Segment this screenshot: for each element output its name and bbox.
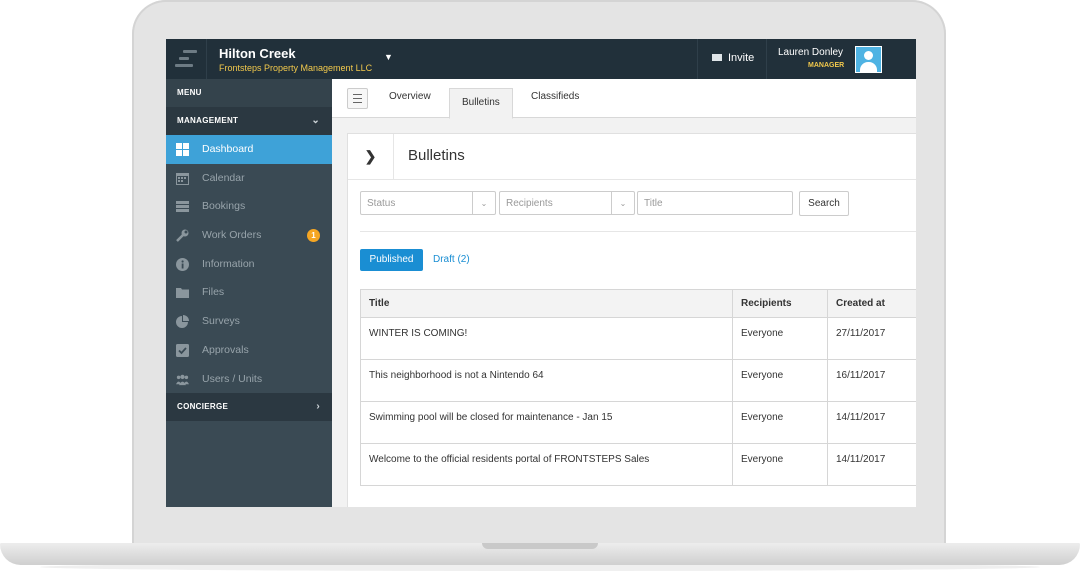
sidebar-item-surveys[interactable]: Surveys <box>166 307 332 336</box>
concierge-label: CONCIERGE <box>177 402 229 412</box>
company-name[interactable]: Frontsteps Property Management LLC <box>219 63 372 73</box>
bulletins-card: ❯ Bulletins Status ⌄ Recipients ⌄ Title … <box>347 133 916 507</box>
sidebar-item-label: Approvals <box>202 343 249 356</box>
cell-title[interactable]: Welcome to the official residents portal… <box>361 444 733 485</box>
table-header: Title Recipients Created at <box>361 290 916 318</box>
tab-classifieds[interactable]: Classifieds <box>531 91 579 102</box>
tab-overview[interactable]: Overview <box>389 91 431 102</box>
sidebar-item-information[interactable]: Information <box>166 250 332 279</box>
community-name[interactable]: Hilton Creek <box>219 46 296 61</box>
wrench-icon <box>176 229 189 242</box>
chevron-down-icon[interactable]: ▼ <box>384 52 393 62</box>
management-label: MANAGEMENT <box>177 116 239 125</box>
pie-chart-icon <box>176 315 189 329</box>
column-header-title[interactable]: Title <box>361 290 733 317</box>
sidebar-item-bookings[interactable]: Bookings <box>166 192 332 221</box>
title-input[interactable]: Title <box>637 191 793 215</box>
logo-icon[interactable] <box>175 50 197 70</box>
search-button[interactable]: Search <box>799 191 849 216</box>
cell-created-at: 14/11/2017 <box>836 454 886 465</box>
table-row[interactable]: WINTER IS COMING! Everyone 27/11/2017 <box>361 318 916 360</box>
page-title: Bulletins <box>408 147 465 164</box>
sidebar-item-label: Dashboard <box>202 143 254 155</box>
chevron-down-icon: ⌄ <box>472 192 495 214</box>
draft-filter-link[interactable]: Draft (2) <box>433 249 470 271</box>
sidebar: MENU MANAGEMENT ⌄ Dashboard Calendar Boo… <box>166 79 332 507</box>
envelope-icon <box>712 53 722 61</box>
column-header-recipients[interactable]: Recipients <box>733 290 828 317</box>
sidebar-item-label: Files <box>202 286 225 299</box>
main-content: Overview Bulletins Classifieds ❯ Bulleti… <box>332 79 916 507</box>
users-icon <box>176 374 189 385</box>
notification-badge: 1 <box>307 229 320 243</box>
menu-label: MENU <box>166 79 332 107</box>
tab-bar: Overview Bulletins Classifieds <box>332 79 916 119</box>
calendar-icon <box>176 172 189 185</box>
sidebar-item-work-orders[interactable]: Work Orders 1 <box>166 221 332 250</box>
checkbox-icon <box>176 343 189 357</box>
cell-recipients: Everyone <box>733 402 828 443</box>
sidebar-item-calendar[interactable]: Calendar <box>166 164 332 193</box>
sidebar-item-label: Users / Units <box>202 372 263 385</box>
bulletins-table: Title Recipients Created at WINTER IS CO… <box>360 289 916 486</box>
status-select[interactable]: Status ⌄ <box>360 191 496 215</box>
table-row[interactable]: Swimming pool will be closed for mainten… <box>361 402 916 444</box>
cell-title[interactable]: Swimming pool will be closed for mainten… <box>361 402 733 443</box>
cell-created-at: 14/11/2017 <box>836 412 886 423</box>
chevron-down-icon: ⌄ <box>611 192 634 214</box>
cell-recipients: Everyone <box>733 360 828 401</box>
recipients-select[interactable]: Recipients ⌄ <box>499 191 635 215</box>
recipients-placeholder: Recipients <box>506 198 553 209</box>
user-role: MANAGER <box>808 62 845 69</box>
avatar[interactable] <box>855 46 882 73</box>
bookings-icon <box>176 201 189 213</box>
chevron-right-icon[interactable]: ❯ <box>348 134 394 179</box>
cell-created-at: 27/11/2017 <box>836 328 886 339</box>
table-row[interactable]: Welcome to the official residents portal… <box>361 444 916 486</box>
top-bar: Hilton Creek Frontsteps Property Managem… <box>166 39 916 79</box>
concierge-section-header[interactable]: CONCIERGE › <box>166 393 332 422</box>
sidebar-item-label: Information <box>202 257 255 270</box>
published-filter-button[interactable]: Published <box>360 249 423 271</box>
title-placeholder: Title <box>644 198 663 209</box>
tab-bulletins[interactable]: Bulletins <box>449 88 513 119</box>
info-icon <box>176 257 189 271</box>
management-section-header[interactable]: MANAGEMENT ⌄ <box>166 107 332 135</box>
laptop-notch <box>482 543 598 549</box>
sidebar-item-dashboard[interactable]: Dashboard <box>166 135 332 164</box>
sidebar-item-label: Bookings <box>202 200 246 213</box>
column-header-created-at[interactable]: Created at <box>828 290 916 317</box>
app-screen: Hilton Creek Frontsteps Property Managem… <box>166 39 916 507</box>
invite-button[interactable]: Invite <box>712 52 754 64</box>
folder-icon <box>176 288 189 299</box>
sidebar-item-users-units[interactable]: Users / Units <box>166 365 332 394</box>
table-row[interactable]: This neighborhood is not a Nintendo 64 E… <box>361 360 916 402</box>
user-name[interactable]: Lauren Donley <box>778 47 843 58</box>
sidebar-item-label: Surveys <box>202 315 240 328</box>
divider <box>360 231 916 232</box>
invite-label: Invite <box>728 52 755 64</box>
card-header: ❯ Bulletins <box>348 134 916 180</box>
divider <box>766 39 767 79</box>
dashboard-icon <box>176 143 189 156</box>
sidebar-item-approvals[interactable]: Approvals <box>166 336 332 365</box>
cell-recipients: Everyone <box>733 318 828 359</box>
status-placeholder: Status <box>367 198 396 209</box>
chevron-down-icon: ⌄ <box>311 115 320 126</box>
cell-recipients: Everyone <box>733 444 828 485</box>
hamburger-icon[interactable] <box>347 88 368 109</box>
sidebar-item-label: Work Orders <box>202 229 262 242</box>
divider <box>697 39 698 79</box>
sidebar-item-label: Calendar <box>202 171 245 184</box>
sidebar-item-files[interactable]: Files <box>166 278 332 307</box>
chevron-right-icon: › <box>316 401 320 413</box>
cell-title[interactable]: WINTER IS COMING! <box>361 318 733 359</box>
cell-title[interactable]: This neighborhood is not a Nintendo 64 <box>361 360 733 401</box>
divider <box>206 39 207 79</box>
cell-created-at: 16/11/2017 <box>836 370 886 381</box>
